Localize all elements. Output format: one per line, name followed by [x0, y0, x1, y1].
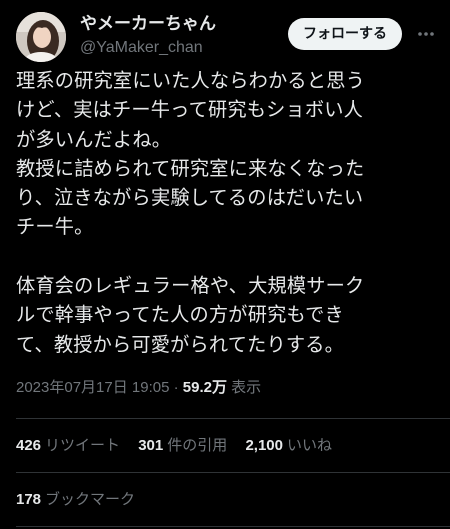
bookmarks-count: 178	[16, 491, 42, 508]
quotes-stat[interactable]: 301 件の引用	[138, 436, 227, 456]
likes-label: いいね	[286, 437, 332, 454]
bookmarks-stat[interactable]: 178 ブックマーク	[16, 490, 135, 510]
bookmarks-label: ブックマーク	[45, 491, 136, 508]
tweet-text-line: ルで幹事やってた人の方が研究もでき	[16, 303, 344, 327]
more-dots-icon[interactable]	[416, 24, 436, 44]
divider	[16, 418, 450, 419]
bookmark-stats: 178 ブックマーク	[16, 490, 149, 510]
retweets-label: リツイート	[45, 437, 121, 454]
tweet-text: 理系の研究室にいた人ならわかると思う けど、実はチー牛って研究もショボい人 が多…	[16, 66, 442, 359]
tweet-text-line: けど、実はチー牛って研究もショボい人	[16, 98, 364, 122]
divider	[16, 472, 450, 473]
engagement-stats: 426 リツイート 301 件の引用 2,100 いいね	[16, 436, 346, 456]
quotes-count: 301	[138, 437, 164, 454]
meta-separator: ·	[173, 379, 179, 396]
author-handle[interactable]: @YaMaker_chan	[80, 37, 216, 59]
tweet-text-line: 体育会のレギュラー格や、大規模サーク	[16, 274, 365, 298]
views-count: 59.2万	[182, 379, 227, 396]
retweets-count: 426	[16, 437, 42, 454]
views-label: 表示	[231, 379, 262, 396]
quotes-label: 件の引用	[167, 437, 228, 454]
tweet-card: やメーカーちゃん @YaMaker_chan フォローする 理系の研究室にいた人…	[0, 0, 450, 529]
author-names: やメーカーちゃん @YaMaker_chan	[80, 13, 216, 59]
tweet-text-line: チー牛。	[16, 215, 94, 239]
follow-button[interactable]: フォローする	[288, 18, 402, 50]
tweet-text-line: 理系の研究室にいた人ならわかると思う	[16, 69, 365, 92]
profile-photo-icon	[16, 12, 66, 62]
retweets-stat[interactable]: 426 リツイート	[16, 436, 120, 456]
likes-stat[interactable]: 2,100 いいね	[245, 436, 332, 456]
tweet-text-blank-line	[16, 242, 442, 271]
display-name[interactable]: やメーカーちゃん	[80, 13, 216, 35]
timestamp[interactable]: 2023年07月17日 19:05	[16, 379, 169, 396]
tweet-text-line: が多いんだよね。	[16, 127, 172, 151]
tweet-text-line: て、教授から可愛がられてたりする。	[16, 332, 345, 356]
divider	[16, 526, 450, 527]
tweet-header: やメーカーちゃん @YaMaker_chan フォローする	[16, 12, 436, 62]
likes-count: 2,100	[245, 437, 283, 454]
avatar[interactable]	[16, 12, 66, 62]
tweet-text-line: 教授に詰められて研究室に来なくなった	[16, 156, 365, 180]
tweet-text-line: り、泣きながら実験してるのはだいたい	[16, 186, 364, 210]
tweet-meta: 2023年07月17日 19:05 · 59.2万 表示	[16, 378, 261, 398]
